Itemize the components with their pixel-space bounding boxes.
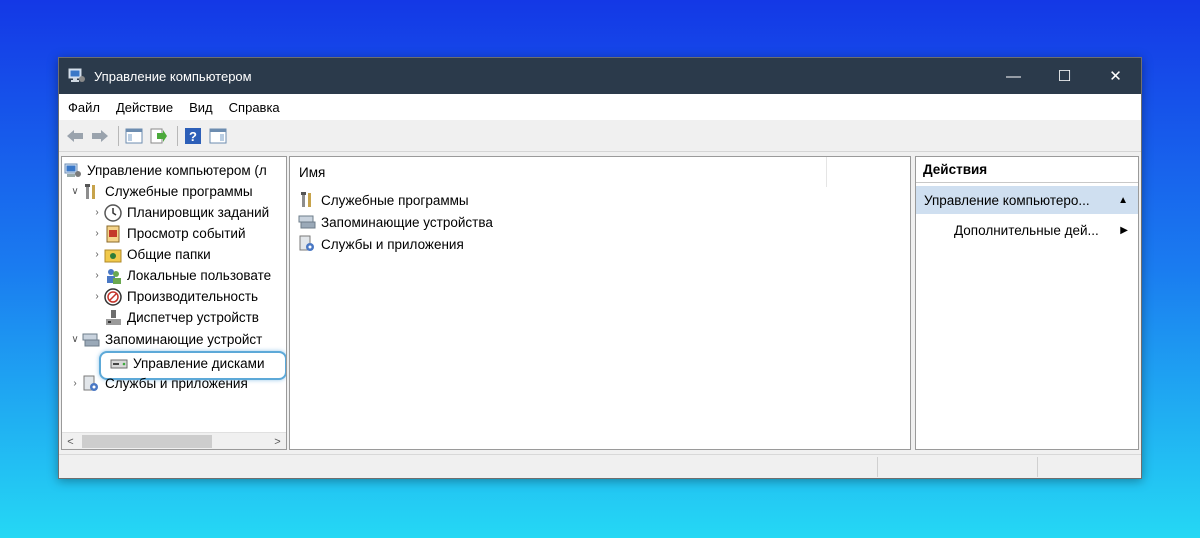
back-button[interactable] <box>64 125 86 147</box>
minimize-button[interactable]: — <box>988 58 1039 94</box>
tree-item-local-users[interactable]: › Локальные пользовате <box>90 265 271 286</box>
computer-management-icon <box>64 162 82 180</box>
console-tree-button[interactable] <box>123 125 145 147</box>
triangle-right-icon: ▶ <box>1120 224 1128 236</box>
status-divider <box>1037 457 1038 477</box>
tree-item-event-viewer[interactable]: › Просмотр событий <box>90 223 246 244</box>
tree-item-performance[interactable]: › Производительность <box>90 286 258 307</box>
chevron-down-icon[interactable]: ∨ <box>68 185 82 199</box>
tree-item-storage[interactable]: ∨ Запоминающие устройст <box>68 329 262 350</box>
chevron-right-icon[interactable]: › <box>90 269 104 283</box>
services-icon <box>82 375 100 393</box>
triangle-up-icon[interactable]: ▲ <box>1118 195 1128 206</box>
window-title: Управление компьютером <box>94 68 252 84</box>
tree-item-services-apps[interactable]: › Службы и приложения <box>68 373 248 394</box>
actions-header: Действия <box>916 157 1138 183</box>
disk-icon <box>110 355 128 373</box>
services-icon <box>298 235 316 253</box>
console-tree-pane[interactable]: Управление компьютером (л ∨ Служебные пр… <box>61 156 287 450</box>
results-pane[interactable]: Имя Служебные программы Запоминающие уст… <box>289 156 911 450</box>
tree-item-shared-folders[interactable]: › Общие папки <box>90 244 211 265</box>
list-item-label: Запоминающие устройства <box>321 214 493 230</box>
maximize-button[interactable]: ☐ <box>1039 58 1090 94</box>
toolbar-separator <box>177 125 178 146</box>
tree-item-disk-management[interactable]: Управление дисками <box>110 353 265 374</box>
forward-button[interactable] <box>89 125 111 147</box>
menu-view[interactable]: Вид <box>186 98 216 117</box>
computer-management-window: Управление компьютером — ☐ ✕ Файл Действ… <box>58 57 1142 479</box>
list-item[interactable]: Служебные программы <box>298 189 469 211</box>
tree-root[interactable]: Управление компьютером (л <box>64 160 267 181</box>
menu-bar: Файл Действие Вид Справка <box>59 94 1141 120</box>
svg-text:?: ? <box>189 129 197 144</box>
status-bar <box>59 454 1141 478</box>
action-pane-icon <box>209 128 227 143</box>
shared-folder-icon <box>104 246 122 264</box>
back-icon <box>67 129 83 142</box>
tree-item-system-tools[interactable]: ∨ Служебные программы <box>68 181 253 202</box>
tree-item-device-manager[interactable]: Диспетчер устройств <box>104 307 259 328</box>
chevron-right-icon[interactable]: › <box>90 248 104 262</box>
actions-pane: Действия Управление компьютеро... ▲ Допо… <box>915 156 1139 450</box>
list-item-label: Службы и приложения <box>321 236 464 252</box>
users-icon <box>104 267 122 285</box>
toolbar-separator <box>118 125 119 146</box>
action-pane-button[interactable] <box>207 125 229 147</box>
action-item-label: Управление компьютеро... <box>924 192 1090 208</box>
action-item-label: Дополнительные дей... <box>954 222 1099 238</box>
tools-icon <box>298 191 316 209</box>
menu-file[interactable]: Файл <box>65 98 103 117</box>
device-manager-icon <box>104 309 122 327</box>
action-item-computer-management[interactable]: Управление компьютеро... ▲ <box>916 186 1138 214</box>
list-column-header: Имя <box>290 157 910 187</box>
chevron-right-icon[interactable]: › <box>90 290 104 304</box>
performance-icon <box>104 287 122 306</box>
chevron-right-icon[interactable]: › <box>90 227 104 241</box>
help-icon: ? <box>185 127 201 144</box>
status-divider <box>877 457 878 477</box>
list-item-label: Служебные программы <box>321 192 469 208</box>
export-list-button[interactable] <box>148 125 170 147</box>
column-name-header[interactable]: Имя <box>290 157 827 187</box>
scroll-left-icon[interactable]: < <box>62 433 79 449</box>
storage-icon <box>82 331 100 349</box>
chevron-down-icon[interactable]: ∨ <box>68 333 82 347</box>
scroll-thumb[interactable] <box>82 435 212 448</box>
list-item[interactable]: Запоминающие устройства <box>298 211 493 233</box>
console-tree-icon <box>125 128 143 143</box>
export-list-icon <box>150 128 167 143</box>
forward-icon <box>92 129 108 142</box>
tools-icon <box>82 183 100 201</box>
action-item-more-actions[interactable]: Дополнительные дей... ▶ <box>916 216 1138 244</box>
horizontal-scrollbar[interactable]: < > <box>62 432 286 449</box>
toolbar: ? <box>59 120 1141 152</box>
help-button[interactable]: ? <box>182 125 204 147</box>
tree-root-label: Управление компьютером (л <box>87 163 267 178</box>
computer-management-icon <box>68 68 86 84</box>
clock-icon <box>104 203 122 222</box>
menu-help[interactable]: Справка <box>226 98 283 117</box>
tree-item-task-scheduler[interactable]: › Планировщик заданий <box>90 202 269 223</box>
storage-icon <box>298 213 316 231</box>
title-bar[interactable]: Управление компьютером — ☐ ✕ <box>59 58 1141 94</box>
list-item[interactable]: Службы и приложения <box>298 233 464 255</box>
chevron-right-icon[interactable]: › <box>90 206 104 220</box>
close-button[interactable]: ✕ <box>1090 58 1141 94</box>
scroll-right-icon[interactable]: > <box>269 433 286 449</box>
chevron-right-icon[interactable]: › <box>68 377 82 391</box>
menu-action[interactable]: Действие <box>113 98 176 117</box>
event-viewer-icon <box>104 225 122 243</box>
